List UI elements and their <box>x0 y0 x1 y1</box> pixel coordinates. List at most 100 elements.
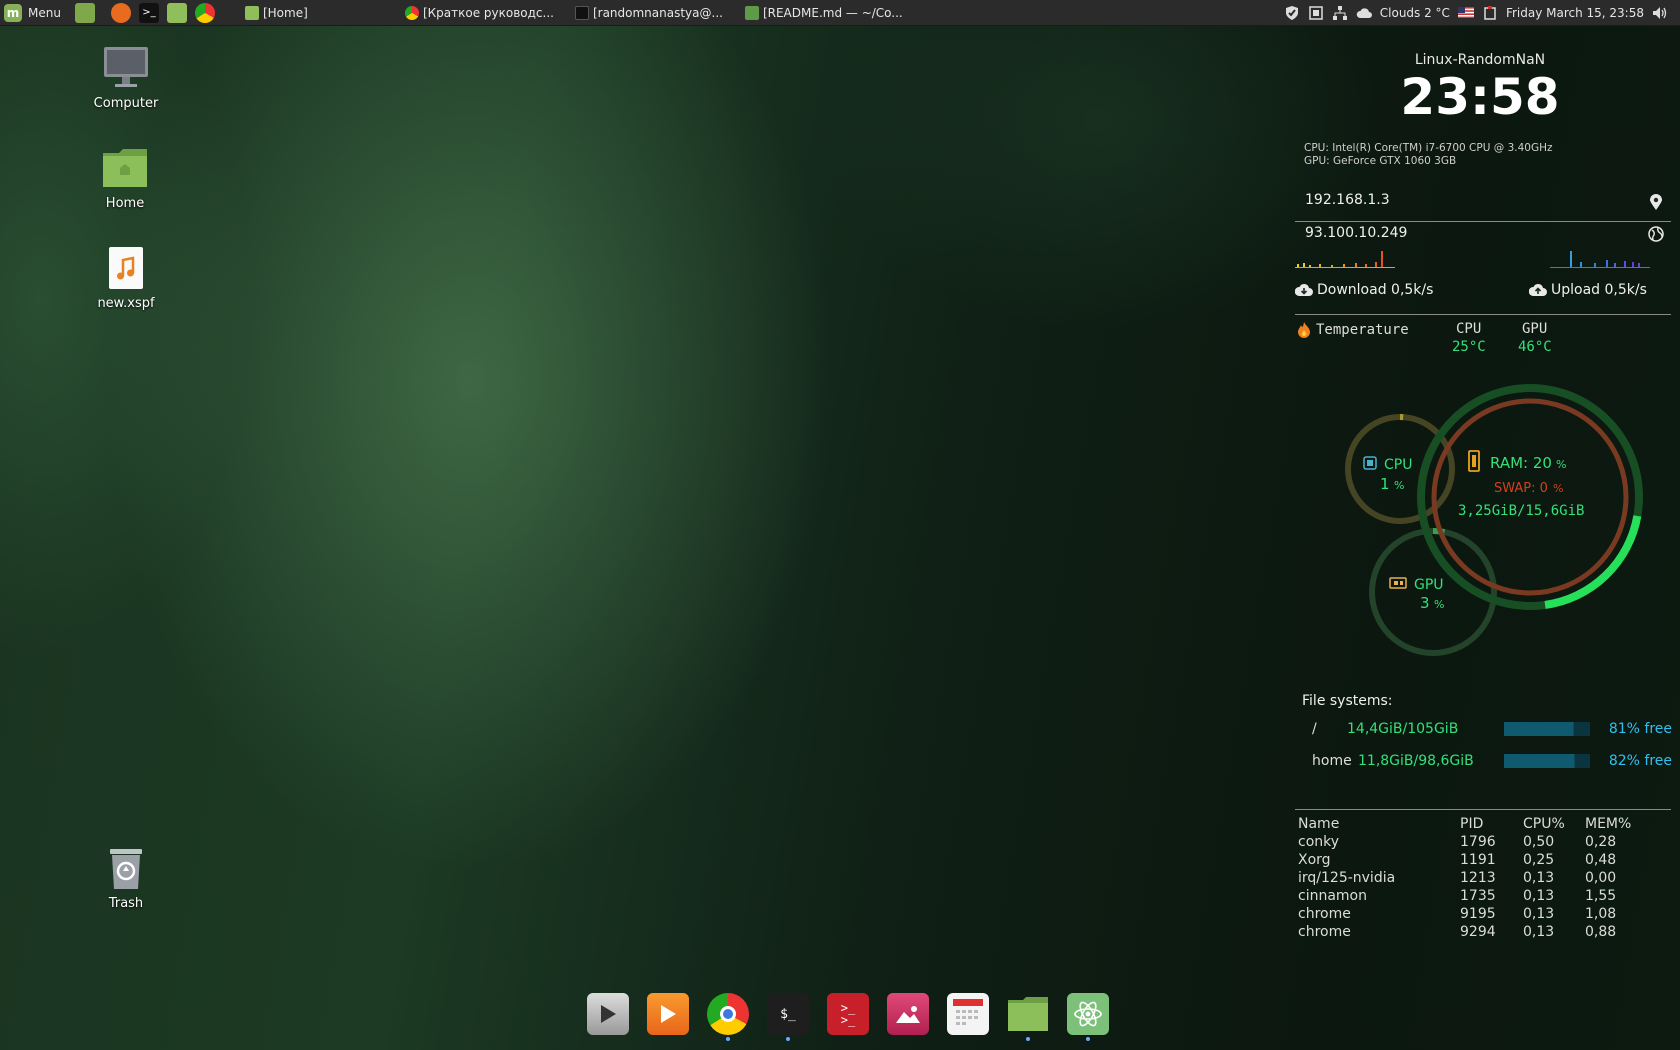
flame-icon <box>1298 322 1310 338</box>
local-ip: 192.168.1.3 <box>1305 192 1390 208</box>
hostname: Linux-RandomNaN <box>1414 52 1546 68</box>
header-cpu: CPU% <box>1523 816 1565 832</box>
swap-ring <box>1431 398 1629 596</box>
folder-icon <box>244 5 259 20</box>
atom-icon <box>744 5 759 20</box>
taskbar-item-home[interactable]: [Home] <box>237 0 407 26</box>
cpu-ring-label: CPU <box>1384 457 1412 473</box>
fs-usage-bar <box>1504 754 1590 768</box>
gpu-temp-value: 46°C <box>1518 339 1552 355</box>
gpu-ring-label: GPU <box>1414 577 1444 593</box>
proc-pid: 1213 <box>1460 870 1496 886</box>
panel-clock[interactable]: Friday March 15, 23:58 <box>1506 6 1644 20</box>
ram-pct-sign: % <box>1556 458 1566 471</box>
home-folder-icon <box>101 144 149 192</box>
calendar-icon[interactable] <box>947 993 989 1035</box>
proc-cpu: 0,50 <box>1523 834 1555 850</box>
upload-speed: Upload 0,5k/s <box>1551 282 1647 298</box>
cpu-chip-icon <box>1363 456 1377 470</box>
proc-pid: 9195 <box>1460 906 1496 922</box>
cloud-upload-icon <box>1529 283 1547 296</box>
desktop-icon-trash[interactable]: Trash <box>71 844 181 911</box>
upload-graph-bars <box>1550 251 1650 268</box>
screenshot-icon[interactable] <box>1308 5 1324 21</box>
process-header: Name PID CPU% MEM% <box>1298 816 1635 834</box>
chrome-icon <box>404 5 419 20</box>
swap-ring-label: SWAP: 0 <box>1494 481 1548 496</box>
process-table: Name PID CPU% MEM% conky 1796 0,50 0,28 Xor… <box>1298 816 1635 942</box>
calendar-clipboard-icon[interactable] <box>1482 5 1498 21</box>
proc-mem: 0,88 <box>1585 924 1617 940</box>
terminal-launcher-icon[interactable]: >_ <box>138 2 159 23</box>
proc-name: chrome <box>1298 906 1351 922</box>
taskbar-item-chrome[interactable]: [Краткое руководс... <box>397 0 567 26</box>
taskbar-item-terminal[interactable]: [randomnanastya@... <box>567 0 737 26</box>
proc-cpu: 0,13 <box>1523 924 1555 940</box>
firefox-icon[interactable] <box>110 2 131 23</box>
chrome-icon[interactable] <box>707 993 749 1041</box>
desktop-icon-label: Home <box>105 196 145 211</box>
process-row: conky 1796 0,50 0,28 <box>1298 834 1635 852</box>
process-row: chrome 9294 0,13 0,88 <box>1298 924 1635 942</box>
volume-icon[interactable] <box>1652 5 1668 21</box>
menu-button[interactable]: m Menu <box>0 0 65 26</box>
temperature-label: Temperature <box>1316 322 1409 338</box>
gpu-temp-label: GPU <box>1522 321 1548 337</box>
taskbar-item-atom[interactable]: [README.md — ~/Co... <box>737 0 907 26</box>
files-icon[interactable] <box>1007 993 1049 1041</box>
proc-mem: 0,00 <box>1585 870 1617 886</box>
fs-usage: 14,4GiB/105GiB <box>1347 721 1459 737</box>
cpu-pct-sign: % <box>1394 479 1404 492</box>
temperature-row: Temperature <box>1296 321 1409 339</box>
shield-icon[interactable] <box>1284 5 1300 21</box>
process-row: chrome 9195 0,13 1,08 <box>1298 906 1635 924</box>
download-graph <box>1295 251 1395 268</box>
files-launcher-icon[interactable] <box>166 2 187 23</box>
download-speed: Download 0,5k/s <box>1317 282 1434 298</box>
process-row: irq/125-nvidia 1213 0,13 0,00 <box>1298 870 1635 888</box>
proc-pid: 1191 <box>1460 852 1496 868</box>
terminal-icon[interactable]: $_ <box>767 993 809 1041</box>
video-player-icon[interactable] <box>587 993 629 1035</box>
remote-terminal-icon[interactable]: >_ >_ <box>827 993 869 1035</box>
image-viewer-icon[interactable] <box>887 993 929 1035</box>
proc-pid: 9294 <box>1460 924 1496 940</box>
atom-icon[interactable] <box>1067 993 1109 1041</box>
proc-mem: 0,28 <box>1585 834 1617 850</box>
network-icon[interactable] <box>1332 5 1348 21</box>
media-player-icon[interactable] <box>647 993 689 1035</box>
proc-mem: 0,48 <box>1585 852 1617 868</box>
us-flag-icon[interactable] <box>1457 5 1474 21</box>
proc-cpu: 0,25 <box>1523 852 1555 868</box>
desktop-icon-home[interactable]: Home <box>70 144 180 211</box>
swap-pct-sign: % <box>1553 482 1563 495</box>
separator <box>1295 809 1671 810</box>
fs-usage: 11,8GiB/98,6GiB <box>1358 753 1474 769</box>
weather-text[interactable]: Clouds 2 °C <box>1380 6 1450 20</box>
chrome-launcher-icon[interactable] <box>194 2 215 23</box>
mint-logo-icon: m <box>4 3 22 22</box>
desktop-icon-computer[interactable]: Computer <box>71 44 181 111</box>
system-tray: Clouds 2 °C Friday March 15, 23:58 <box>1280 0 1680 26</box>
fs-mount: home <box>1312 753 1352 769</box>
task-label: [Краткое руководс... <box>422 5 554 20</box>
separator <box>1295 314 1671 315</box>
cloud-weather-icon[interactable] <box>1356 5 1372 21</box>
proc-mem: 1,08 <box>1585 906 1617 922</box>
show-desktop-icon[interactable] <box>74 2 95 23</box>
desktop-icon-new-xspf[interactable]: new.xspf <box>71 244 181 311</box>
fs-free: 81% free <box>1608 721 1672 737</box>
cpu-temp-label: CPU <box>1456 321 1482 337</box>
resource-rings: CPU 1 % RAM: 20 % SWAP: 0 % 3,25GiB/15,6… <box>1345 384 1643 656</box>
filesystems-title: File systems: <box>1302 693 1393 709</box>
task-label: [randomnanastya@... <box>592 5 723 20</box>
public-ip-row: 93.100.10.249 <box>1295 225 1670 242</box>
cpu-temp-value: 25°C <box>1452 339 1486 355</box>
proc-name: conky <box>1298 834 1340 850</box>
proc-mem: 1,55 <box>1585 888 1617 904</box>
desktop-icon-label: Computer <box>93 96 159 111</box>
separator <box>1295 221 1671 222</box>
upload-graph <box>1550 251 1650 268</box>
filesystem-row-home: home 11,8GiB/98,6GiB 82% free <box>1302 753 1672 769</box>
location-pin-icon <box>1650 194 1662 210</box>
